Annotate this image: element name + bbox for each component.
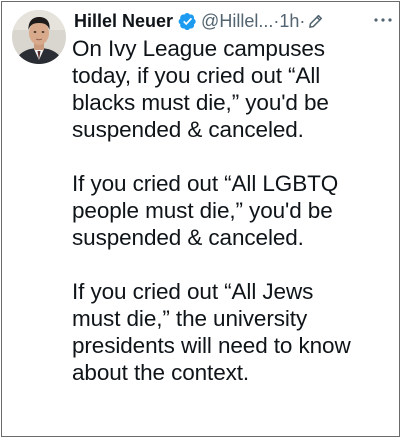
tweet-line: If you cried out “All Jews — [72, 279, 314, 304]
more-dots-icon[interactable] — [373, 16, 393, 24]
tweet-text: On Ivy League campuses today, if you cri… — [72, 35, 398, 386]
tweet-line: presidents will need to know — [72, 333, 351, 358]
tweet-paragraph: On Ivy League campuses today, if you cri… — [72, 35, 398, 143]
avatar-photo — [12, 10, 66, 64]
tweet-line: blacks must die,” you'd be — [72, 90, 329, 115]
tweet-timestamp[interactable]: 1h — [279, 8, 299, 34]
tweet-line: people must die,” you'd be — [72, 198, 333, 223]
tweet-line: suspended & canceled. — [72, 225, 304, 250]
tweet-card: Hillel Neuer @Hillel... · 1h · On Ivy Le… — [1, 1, 400, 437]
tweet-line: must die,” the university — [72, 306, 308, 331]
tweet-line: today, if you cried out “All — [72, 63, 321, 88]
pencil-icon[interactable] — [308, 14, 323, 29]
tweet-paragraph: If you cried out “All Jews must die,” th… — [72, 278, 398, 386]
tweet-line: about the context. — [72, 360, 250, 385]
tweet-header: Hillel Neuer @Hillel... · 1h · — [74, 8, 394, 34]
tweet-line: If you cried out “All LGBTQ — [72, 171, 339, 196]
author-name[interactable]: Hillel Neuer — [74, 8, 173, 34]
avatar[interactable] — [12, 10, 66, 64]
verified-badge-icon — [178, 12, 197, 31]
time-separator: · — [299, 11, 306, 31]
tweet-line: On Ivy League campuses — [72, 36, 325, 61]
author-handle[interactable]: @Hillel... — [201, 8, 273, 34]
tweet-paragraph: If you cried out “All LGBTQ people must … — [72, 170, 398, 251]
tweet-line: suspended & canceled. — [72, 117, 304, 142]
